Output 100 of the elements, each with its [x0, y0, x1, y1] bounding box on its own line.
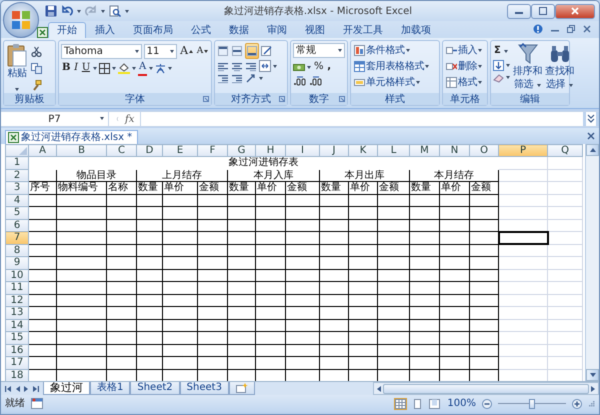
- grid-cell[interactable]: [228, 244, 256, 256]
- grid-cell[interactable]: [28, 194, 56, 206]
- grid-cell[interactable]: [440, 332, 470, 344]
- grid-cell[interactable]: [320, 206, 348, 219]
- grid-cell[interactable]: [198, 282, 228, 294]
- row-header[interactable]: 2: [6, 169, 28, 182]
- grid-cell[interactable]: [410, 356, 440, 369]
- cells-menu-button[interactable]: 删除: [445, 59, 485, 74]
- grid-cell[interactable]: [136, 319, 162, 332]
- grid-cell[interactable]: [28, 232, 56, 244]
- eraser-icon[interactable]: [493, 72, 504, 83]
- grid-cell[interactable]: [378, 244, 410, 256]
- vertical-align-button[interactable]: [231, 43, 243, 59]
- column-header[interactable]: I: [286, 144, 320, 156]
- style-menu-button[interactable]: 条件格式: [353, 43, 437, 58]
- grid-cell[interactable]: [470, 294, 498, 306]
- grid-cell[interactable]: [286, 232, 320, 244]
- ribbon-tab[interactable]: 视图: [296, 22, 334, 38]
- ribbon-tab[interactable]: 开始: [48, 22, 86, 38]
- style-menu-button[interactable]: 单元格样式: [353, 75, 437, 90]
- caret-icon[interactable]: [112, 66, 116, 70]
- autosum-button[interactable]: Σ: [493, 43, 502, 59]
- underline-button[interactable]: U: [80, 60, 91, 76]
- sort-filter-button[interactable]: 排序和 筛选: [513, 43, 542, 91]
- grid-cell[interactable]: [162, 294, 198, 306]
- grid-cell[interactable]: [106, 319, 136, 332]
- row-header[interactable]: 7: [6, 232, 28, 244]
- grid-cell[interactable]: [440, 344, 470, 356]
- grid-cell[interactable]: [378, 356, 410, 369]
- grid-cell[interactable]: [470, 332, 498, 344]
- sheet-tab[interactable]: Sheet2: [130, 382, 180, 395]
- caret-icon[interactable]: [537, 84, 542, 86]
- column-header[interactable]: C: [106, 144, 136, 156]
- grid-cell[interactable]: [136, 194, 162, 206]
- column-header[interactable]: P: [498, 144, 548, 156]
- grid-cell[interactable]: [348, 282, 378, 294]
- grid-cell[interactable]: [410, 219, 440, 232]
- grid-cell[interactable]: [228, 219, 256, 232]
- caret-icon[interactable]: [134, 50, 139, 52]
- help-icon[interactable]: [533, 24, 543, 34]
- column-header[interactable]: D: [136, 144, 162, 156]
- grid-cell[interactable]: [440, 356, 470, 369]
- grid-cell[interactable]: [378, 256, 410, 269]
- caret-icon[interactable]: [406, 49, 410, 52]
- grid-cell[interactable]: [162, 269, 198, 282]
- caret-icon[interactable]: [125, 10, 129, 12]
- grid-cell[interactable]: [28, 282, 56, 294]
- column-header[interactable]: Q: [548, 144, 582, 156]
- grid-cell[interactable]: [440, 256, 470, 269]
- grid-cell[interactable]: [106, 219, 136, 232]
- ribbon-tab[interactable]: 数据: [220, 22, 258, 38]
- grid-cell[interactable]: [286, 306, 320, 319]
- grid-cell[interactable]: [198, 244, 228, 256]
- caret-icon[interactable]: [478, 65, 482, 68]
- grid-cell[interactable]: [470, 206, 498, 219]
- grid-cell[interactable]: [320, 344, 348, 356]
- grid-cell[interactable]: [162, 194, 198, 206]
- grid-cell[interactable]: [286, 206, 320, 219]
- italic-button[interactable]: I: [73, 60, 79, 76]
- grid-cell[interactable]: [378, 294, 410, 306]
- workbook-tab[interactable]: 象过河进销存表格.xlsx *: [5, 130, 138, 144]
- find-select-button[interactable]: 查找和 选择: [545, 43, 574, 91]
- grid-cell[interactable]: [106, 244, 136, 256]
- grid-cell[interactable]: [162, 319, 198, 332]
- grid-cell[interactable]: [286, 294, 320, 306]
- grid-cell[interactable]: [470, 356, 498, 369]
- table-header[interactable]: 数量: [320, 182, 348, 194]
- zoom-out-icon[interactable]: [482, 398, 492, 408]
- sheet-tab[interactable]: 表格1: [90, 382, 130, 395]
- grid-cell[interactable]: [228, 194, 256, 206]
- grid-cell[interactable]: [470, 282, 498, 294]
- grid-cell[interactable]: [470, 344, 498, 356]
- grid-cell[interactable]: [286, 319, 320, 332]
- dialog-launcher-icon[interactable]: [279, 96, 285, 102]
- grid-cell[interactable]: [56, 306, 106, 319]
- maximize-button[interactable]: [531, 4, 555, 18]
- caret-icon[interactable]: [307, 66, 311, 68]
- grid-cell[interactable]: [320, 294, 348, 306]
- grid-cell[interactable]: [56, 319, 106, 332]
- grid-cell[interactable]: [256, 294, 286, 306]
- grid-cell[interactable]: [106, 332, 136, 344]
- grid-cell[interactable]: [256, 356, 286, 369]
- grid-cell[interactable]: [286, 256, 320, 269]
- undo-icon[interactable]: [61, 5, 73, 17]
- grid-cell[interactable]: [320, 232, 348, 244]
- grid-cell[interactable]: [440, 206, 470, 219]
- grid-cell[interactable]: [56, 206, 106, 219]
- comma-button[interactable]: ,: [326, 59, 332, 75]
- grid-cell[interactable]: [56, 269, 106, 282]
- column-header[interactable]: F: [198, 144, 228, 156]
- grid-cell[interactable]: [56, 294, 106, 306]
- save-icon[interactable]: [45, 5, 57, 17]
- table-header[interactable]: 物品目录: [56, 169, 136, 182]
- view-button[interactable]: [394, 398, 408, 410]
- grid-cell[interactable]: [470, 269, 498, 282]
- align-right-icon[interactable]: [245, 61, 257, 71]
- grid-cell[interactable]: [410, 332, 440, 344]
- shrink-font-button[interactable]: A: [196, 43, 209, 59]
- grid-cell[interactable]: [162, 206, 198, 219]
- row-header[interactable]: 15: [6, 332, 28, 344]
